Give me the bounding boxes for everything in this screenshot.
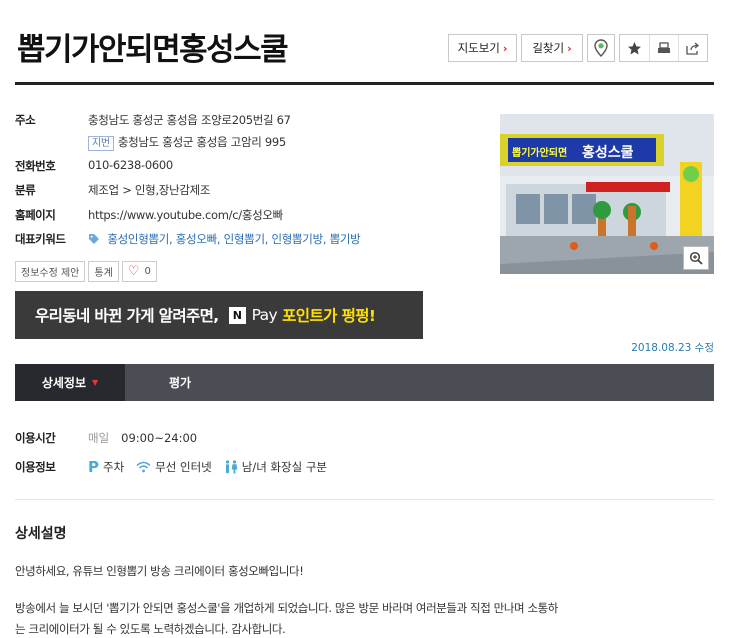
amenities-label: 이용정보: [15, 460, 56, 474]
print-button[interactable]: [649, 35, 678, 61]
directions-button[interactable]: 길찾기 ›: [521, 34, 583, 62]
tab-details[interactable]: 상세정보 ▼: [15, 364, 125, 401]
edit-suggestion-button[interactable]: 정보수정 제안: [15, 261, 86, 282]
location-pin-button[interactable]: [587, 34, 615, 62]
chevron-right-icon: ›: [567, 41, 572, 55]
tab-rating-label: 평가: [168, 376, 192, 390]
sign-text-2: 홍성스쿨: [582, 144, 634, 161]
phone-label: 전화번호: [15, 159, 56, 173]
hours-label: 이용시간: [15, 431, 56, 445]
parking-icon: P: [88, 458, 99, 476]
banner-text: 우리동네 바뀐 가게 알려주면,: [35, 307, 219, 325]
category-value: 제조업 > 인형,장난감제조: [88, 183, 211, 197]
address-label: 주소: [15, 113, 36, 127]
hours-row: 이용시간 매일 09:00~24:00: [15, 430, 197, 446]
keyword-link[interactable]: 홍성인형뽑기,: [107, 232, 172, 246]
map-view-button[interactable]: 지도보기 ›: [448, 34, 517, 62]
jibun-badge: 지번: [88, 136, 114, 151]
update-note: 2018.08.23 수정: [631, 342, 714, 354]
banner-highlight: 포인트가 펑펑!: [282, 307, 376, 325]
tab-rating[interactable]: 평가: [125, 364, 235, 401]
jibun-address: 충청남도 홍성군 홍성읍 고암리 995: [117, 135, 286, 149]
address-row: 주소 충청남도 홍성군 홍성읍 조양로205번길 67: [15, 112, 291, 128]
keyword-link[interactable]: 인형뽑기,: [224, 232, 269, 246]
keyword-link[interactable]: 뽑기방: [330, 232, 361, 246]
detail-tabs: 상세정보 ▼ 평가: [15, 364, 714, 401]
road-address: 충청남도 홍성군 홍성읍 조양로205번길 67: [88, 113, 291, 127]
share-button[interactable]: [678, 35, 707, 61]
homepage-row: 홈페이지 https://www.youtube.com/c/홍성오빠: [15, 207, 283, 223]
phone-number[interactable]: 010-6238-0600: [88, 158, 173, 174]
amenity-wifi: 무선 인터넷: [136, 459, 212, 475]
page-title: 뽑기가안되면홍성스쿨: [17, 32, 289, 68]
caret-down-icon: ▼: [92, 378, 99, 387]
info-actions: 정보수정 제안 통계 ♡ 0: [15, 261, 157, 282]
like-count: 0: [144, 266, 151, 277]
like-button[interactable]: ♡ 0: [121, 261, 157, 282]
restroom-icon: [225, 460, 238, 474]
amenity-parking: P 주차: [88, 458, 125, 476]
jibun-address-row: 지번 충청남도 홍성군 홍성읍 고암리 995: [15, 134, 286, 151]
map-view-label: 지도보기: [457, 41, 500, 55]
share-icon-group: [619, 34, 708, 62]
favorite-button[interactable]: [620, 35, 649, 61]
description-line: 는 크리에이터가 될 수 있도록 노력하겠습니다. 감사합니다.: [15, 622, 286, 636]
wifi-icon: [136, 461, 151, 473]
hours-day: 매일: [88, 431, 110, 445]
store-photo[interactable]: 뽑기가안되면 홍성스쿨: [500, 114, 714, 274]
top-toolbar: 지도보기 › 길찾기 ›: [448, 34, 708, 62]
keywords-label: 대표키워드: [15, 232, 66, 246]
npay-logo-icon: N: [228, 306, 246, 324]
magnifier-plus-icon: [689, 251, 703, 265]
tag-icon: [89, 234, 99, 244]
chevron-right-icon: ›: [502, 41, 508, 55]
section-divider: [15, 499, 714, 500]
sign-text-1: 뽑기가안되면: [512, 146, 567, 159]
category-label: 분류: [15, 183, 36, 197]
hours-time: 09:00~24:00: [121, 431, 198, 445]
description-title: 상세설명: [15, 526, 67, 542]
pay-text: Pay: [251, 306, 278, 324]
homepage-link[interactable]: https://www.youtube.com/c/홍성오빠: [88, 207, 283, 223]
category-row: 분류 제조업 > 인형,장난감제조: [15, 182, 211, 198]
location-pin-icon: [594, 39, 608, 57]
directions-label: 길찾기: [532, 41, 565, 55]
title-divider: [15, 82, 714, 85]
homepage-label: 홈페이지: [15, 208, 56, 222]
keyword-link[interactable]: 인형뽑기방,: [271, 232, 326, 246]
stats-button[interactable]: 통계: [88, 261, 119, 282]
keywords-row: 대표키워드 홍성인형뽑기, 홍성오빠, 인형뽑기, 인형뽑기방, 뽑기방: [15, 231, 361, 247]
description-line: 방송에서 늘 보시던 '뽑기가 안되면 홍성스쿨'을 개업하게 되었습니다. 많…: [15, 601, 558, 615]
star-icon: [628, 41, 641, 54]
heart-icon: ♡: [127, 264, 140, 279]
phone-row: 전화번호 010-6238-0600: [15, 158, 173, 174]
print-icon: [658, 41, 670, 53]
storefront-illustration: 뽑기가안되면 홍성스쿨: [500, 114, 714, 274]
tab-details-label: 상세정보: [41, 376, 86, 390]
share-icon: [686, 42, 700, 55]
zoom-button[interactable]: [683, 246, 709, 270]
keyword-link[interactable]: 홍성오빠,: [176, 232, 221, 246]
npay-promo-banner[interactable]: 우리동네 바뀐 가게 알려주면, N Pay 포인트가 펑펑!: [15, 291, 423, 339]
description-line: 안녕하세요, 유튜브 인형뽑기 방송 크리에이터 홍성오빠입니다!: [15, 564, 304, 578]
amenity-restroom: 남/녀 화장실 구분: [224, 459, 327, 475]
amenities-row: 이용정보 P 주차 무선 인터넷 남/녀 화장실 구분: [15, 458, 339, 476]
